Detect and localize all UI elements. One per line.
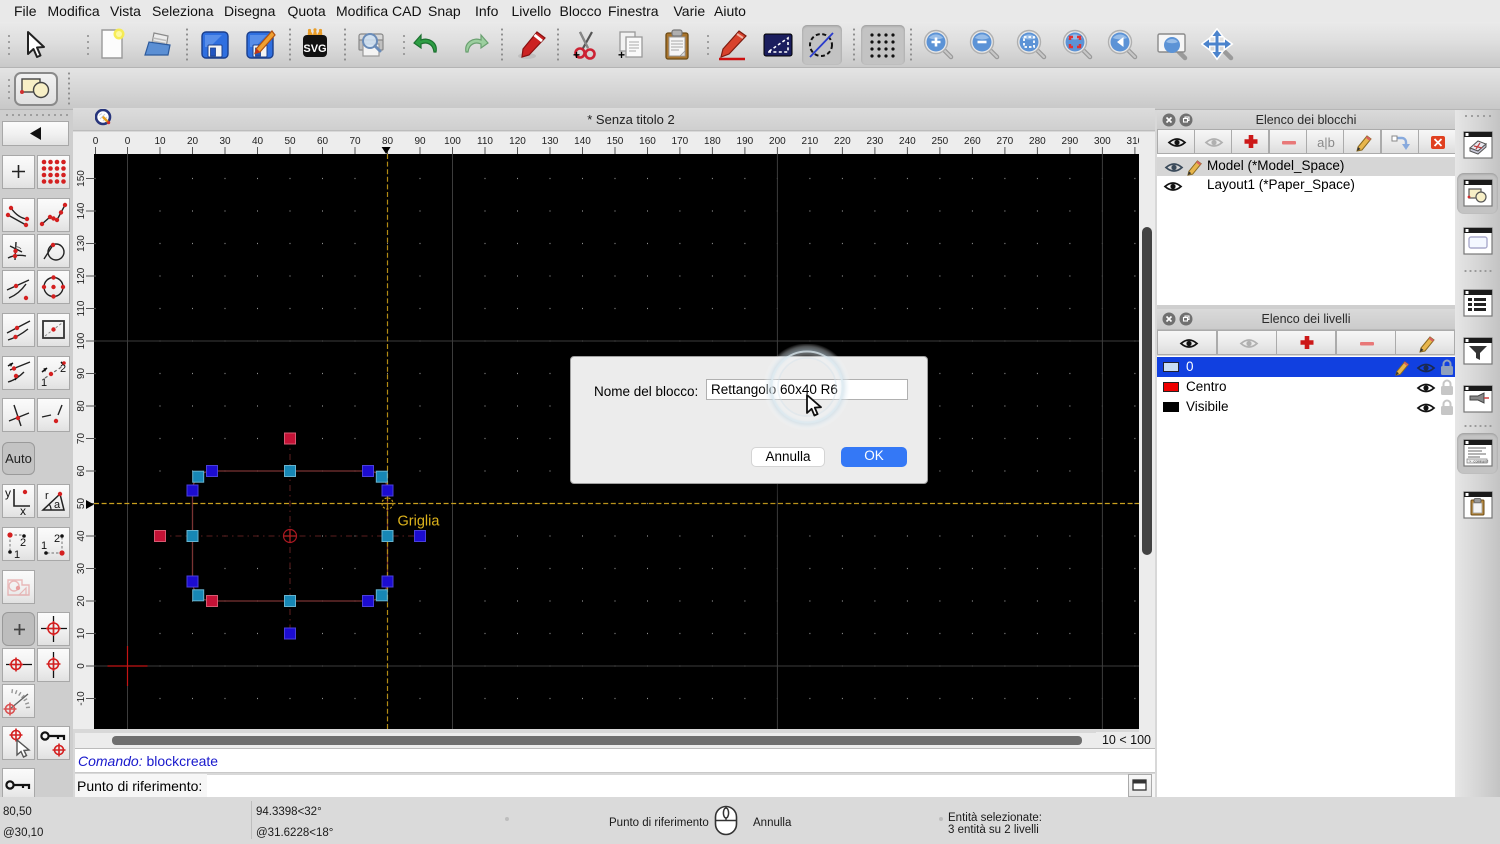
svg-text:110: 110 bbox=[76, 300, 87, 316]
svg-text:90: 90 bbox=[76, 368, 87, 380]
svg-text:r: r bbox=[45, 490, 49, 502]
svg-text:250: 250 bbox=[932, 136, 949, 147]
svg-text:0: 0 bbox=[93, 136, 99, 147]
svg-text:30: 30 bbox=[219, 136, 231, 147]
svg-text:SVG: SVG bbox=[303, 43, 326, 55]
svg-text:50: 50 bbox=[76, 498, 87, 510]
svg-text:2: 2 bbox=[54, 533, 60, 545]
svg-text:210: 210 bbox=[802, 136, 819, 147]
svg-text:2: 2 bbox=[20, 537, 26, 549]
svg-text:170: 170 bbox=[672, 136, 689, 147]
svg-text:260: 260 bbox=[964, 136, 981, 147]
svg-text:120: 120 bbox=[76, 267, 87, 284]
svg-text:120: 120 bbox=[509, 136, 526, 147]
svg-text:a: a bbox=[54, 499, 61, 511]
svg-text:310: 310 bbox=[1127, 136, 1139, 147]
svg-text:0: 0 bbox=[76, 663, 87, 669]
svg-text:60: 60 bbox=[76, 465, 87, 477]
svg-text:70: 70 bbox=[349, 136, 361, 147]
svg-text:20: 20 bbox=[76, 595, 87, 607]
svg-text:150: 150 bbox=[607, 136, 624, 147]
svg-text:70: 70 bbox=[76, 433, 87, 445]
svg-text:130: 130 bbox=[542, 136, 559, 147]
svg-text:140: 140 bbox=[76, 202, 87, 219]
svg-text:+: + bbox=[573, 48, 580, 62]
svg-text:230: 230 bbox=[867, 136, 884, 147]
svg-text:20: 20 bbox=[187, 136, 199, 147]
svg-text:> command: > command bbox=[1469, 460, 1488, 465]
svg-text:10: 10 bbox=[154, 136, 166, 147]
svg-text:50: 50 bbox=[284, 136, 296, 147]
svg-text:280: 280 bbox=[1029, 136, 1046, 147]
svg-text:110: 110 bbox=[477, 136, 493, 147]
svg-text:90: 90 bbox=[414, 136, 426, 147]
svg-text:100: 100 bbox=[444, 136, 461, 147]
svg-text:220: 220 bbox=[834, 136, 851, 147]
svg-text:190: 190 bbox=[737, 136, 754, 147]
svg-text:80: 80 bbox=[382, 136, 394, 147]
svg-text:+: + bbox=[618, 48, 625, 62]
svg-text:0: 0 bbox=[125, 136, 131, 147]
svg-text:a|b: a|b bbox=[1317, 135, 1335, 150]
svg-text:130: 130 bbox=[76, 235, 87, 252]
svg-text:2: 2 bbox=[60, 363, 66, 375]
svg-text:300: 300 bbox=[1094, 136, 1111, 147]
svg-text:10: 10 bbox=[76, 628, 87, 640]
svg-text:x: x bbox=[20, 504, 26, 517]
svg-text:240: 240 bbox=[899, 136, 916, 147]
svg-text:150: 150 bbox=[76, 170, 87, 187]
svg-text:30: 30 bbox=[76, 563, 87, 575]
svg-text:1: 1 bbox=[41, 540, 47, 552]
svg-text:-10: -10 bbox=[76, 691, 87, 706]
svg-text:y: y bbox=[5, 486, 11, 500]
svg-text:40: 40 bbox=[76, 530, 87, 542]
svg-text:270: 270 bbox=[997, 136, 1014, 147]
svg-text:180: 180 bbox=[704, 136, 721, 147]
svg-text:290: 290 bbox=[1062, 136, 1079, 147]
svg-text:Griglia: Griglia bbox=[398, 514, 441, 530]
svg-text:60: 60 bbox=[317, 136, 329, 147]
svg-text:140: 140 bbox=[574, 136, 591, 147]
svg-text:80: 80 bbox=[76, 400, 87, 412]
svg-text:160: 160 bbox=[639, 136, 656, 147]
svg-text:200: 200 bbox=[769, 136, 786, 147]
svg-text:40: 40 bbox=[252, 136, 264, 147]
svg-text:100: 100 bbox=[76, 332, 87, 349]
svg-text:1: 1 bbox=[41, 377, 47, 389]
svg-text:1: 1 bbox=[14, 549, 20, 560]
